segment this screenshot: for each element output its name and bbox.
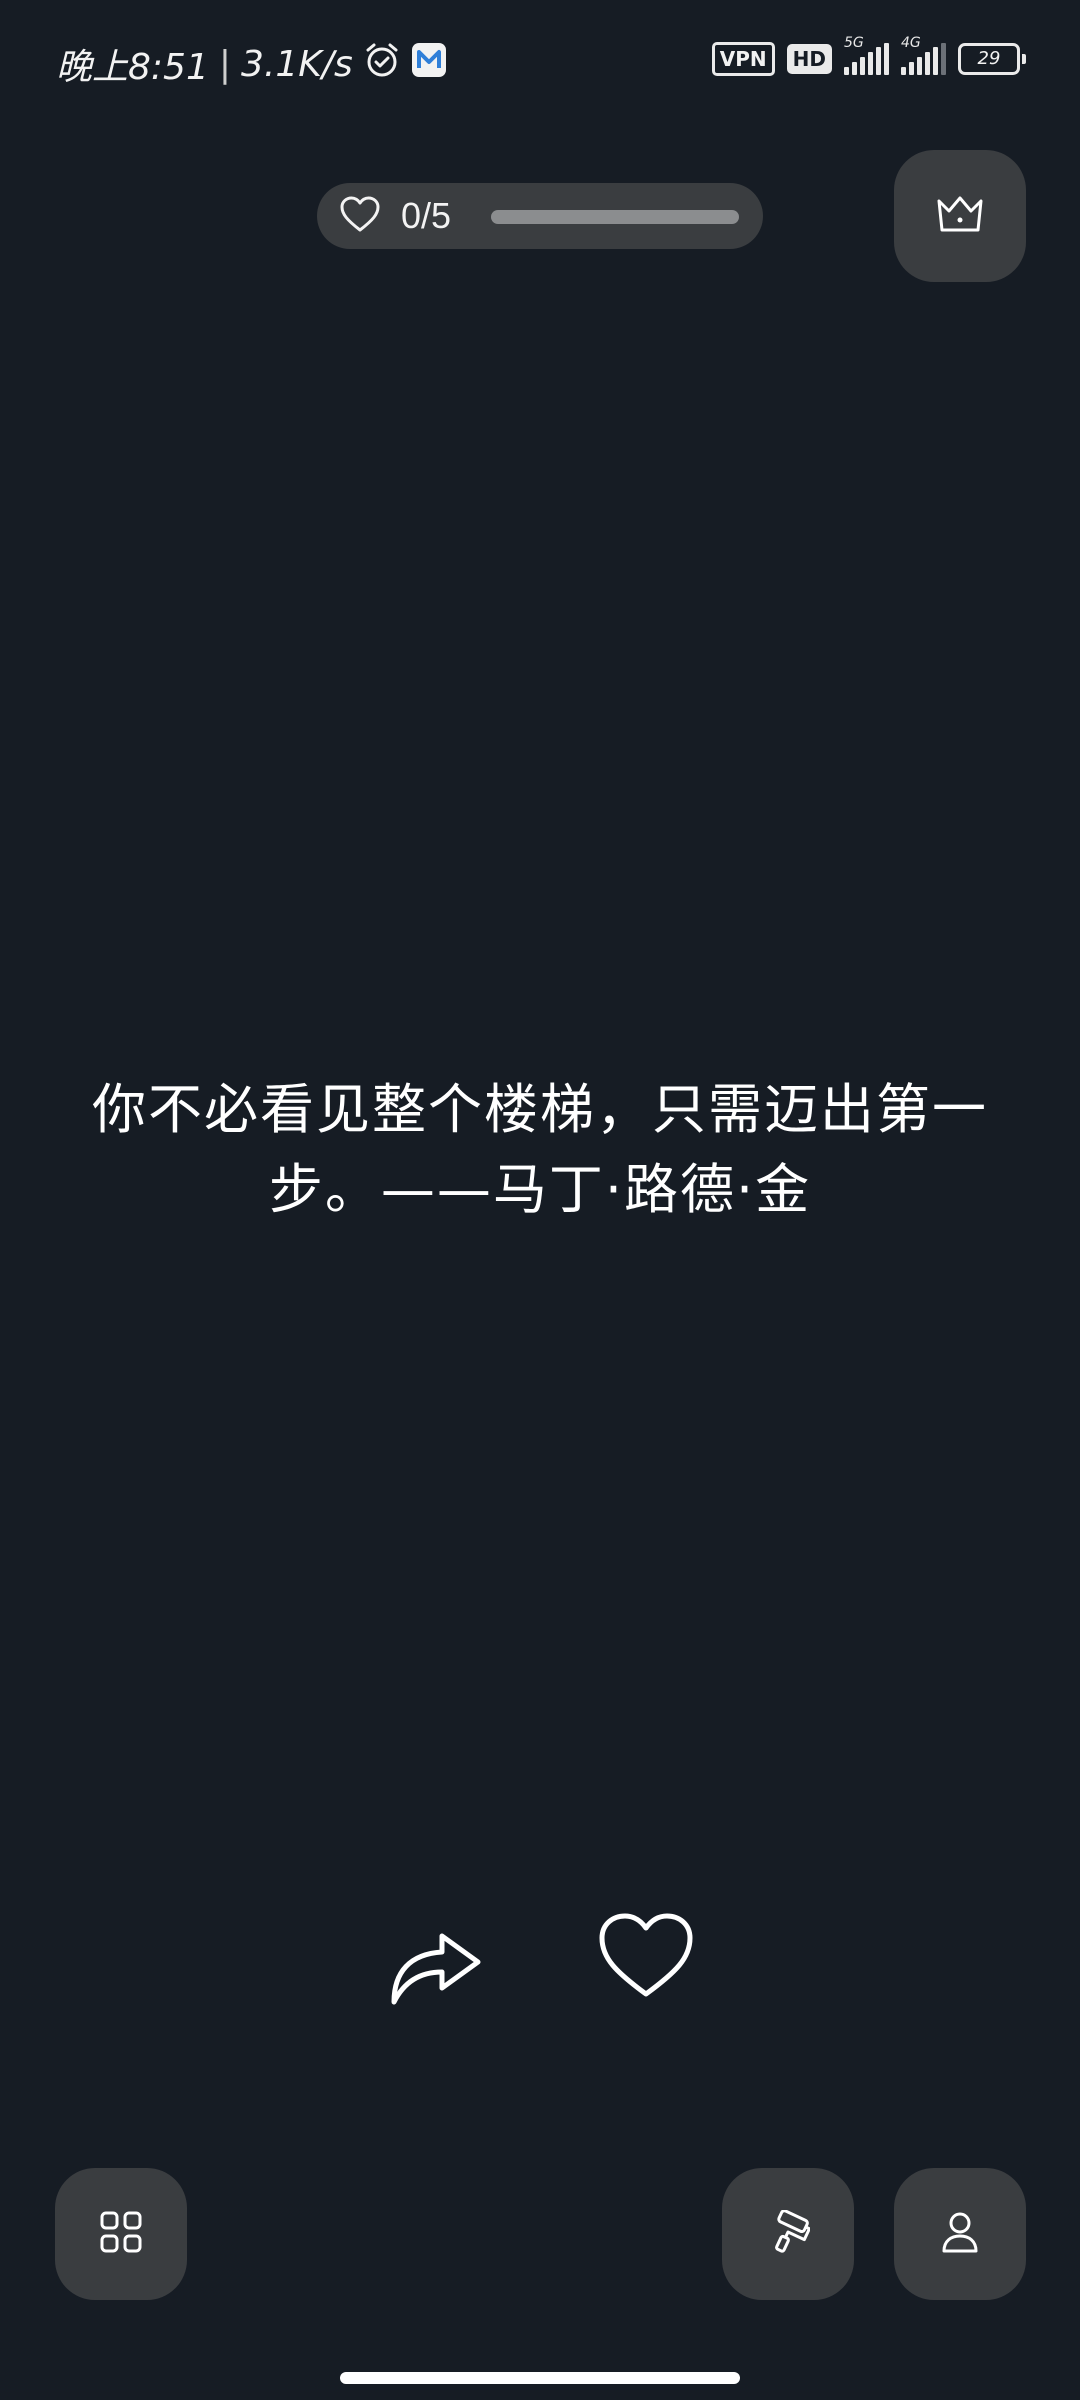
profile-button[interactable] xyxy=(894,2168,1026,2300)
paint-roller-icon xyxy=(766,2209,811,2258)
heart-outline-icon xyxy=(339,195,381,237)
net-type-4g: 4G xyxy=(901,35,921,51)
status-time: 晚上8:51 xyxy=(56,47,209,88)
quote-text: 你不必看见整个楼梯，只需迈出第一步。——马丁·路德·金 xyxy=(92,1078,988,1221)
crown-icon xyxy=(935,193,985,239)
daily-progress-pill[interactable]: 0/5 xyxy=(317,183,763,249)
like-button[interactable] xyxy=(596,1910,696,2010)
progress-bar xyxy=(491,210,739,224)
share-button[interactable] xyxy=(384,1910,484,2010)
signal-4g-icon: 4G xyxy=(901,35,946,75)
heart-outline-icon xyxy=(596,1913,696,2004)
status-bar: 晚上8:51 | 3.1K/s VPN HD 5G 4G 29 xyxy=(0,0,1080,124)
user-profile-icon xyxy=(940,2210,980,2258)
status-separator: | xyxy=(218,43,231,85)
app-screen: 晚上8:51 | 3.1K/s VPN HD 5G 4G 29 0/5 你不必看… xyxy=(0,0,1080,2400)
signal-5g-icon: 5G xyxy=(844,35,889,75)
categories-button[interactable] xyxy=(55,2168,187,2300)
theme-button[interactable] xyxy=(722,2168,854,2300)
net-type-5g: 5G xyxy=(844,35,864,51)
progress-count: 0/5 xyxy=(401,195,452,236)
hd-badge: HD xyxy=(786,44,832,74)
premium-button[interactable] xyxy=(894,150,1026,282)
vpn-badge: VPN xyxy=(711,42,775,76)
status-left: 晚上8:51 | 3.1K/s xyxy=(56,38,447,90)
network-speed: 3.1K/s xyxy=(240,43,353,85)
alarm-clock-icon xyxy=(363,41,401,88)
home-indicator[interactable] xyxy=(340,2372,740,2384)
mail-m-icon xyxy=(411,42,447,87)
share-forward-icon xyxy=(384,1933,484,2014)
grid-apps-icon xyxy=(99,2210,143,2258)
status-right: VPN HD 5G 4G 29 xyxy=(711,35,1026,76)
battery-indicator: 29 xyxy=(958,43,1026,75)
